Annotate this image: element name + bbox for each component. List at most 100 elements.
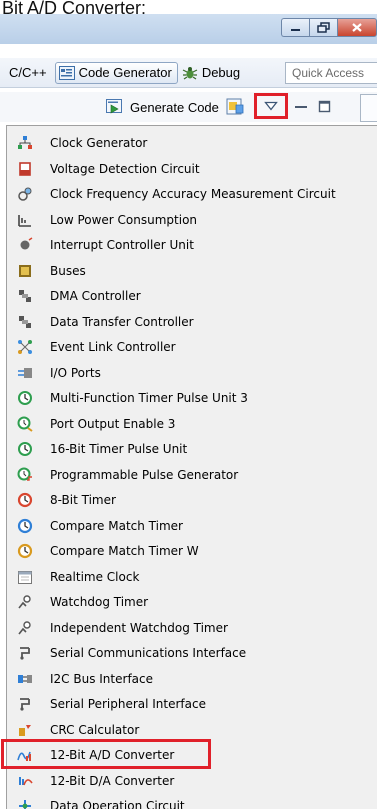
menu-item-label: Data Transfer Controller (50, 314, 194, 329)
menu-item-label: Buses (50, 263, 86, 278)
tpu-timer-icon (18, 442, 32, 456)
event-link-controller-icon (18, 340, 32, 354)
chevron-down-icon (264, 101, 278, 111)
minimize-view-icon[interactable] (294, 101, 308, 113)
generate-code-icon (106, 98, 122, 114)
clock-frequency-icon (18, 187, 32, 201)
menu-item-label: Programmable Pulse Generator (50, 467, 239, 482)
menu-item-data-transfer-controller[interactable]: Data Transfer Controller (7, 310, 377, 335)
menu-item-8bit-timer[interactable]: 8-Bit Timer (7, 488, 377, 513)
independent-watchdog-icon (18, 620, 31, 634)
generate-code-label: Generate Code (130, 99, 219, 115)
maximize-button[interactable] (309, 18, 337, 37)
io-ports-icon (18, 367, 32, 378)
menu-item-label: 8-Bit Timer (50, 493, 116, 507)
perspective-code-generator[interactable]: Code Generator (54, 61, 178, 84)
data-transfer-controller-icon (19, 315, 31, 328)
crc-calculator-icon (19, 724, 31, 736)
menu-item-watchdog-timer[interactable]: Watchdog Timer (7, 590, 377, 615)
menu-item-label: Interrupt Controller Unit (50, 238, 194, 252)
close-button[interactable] (337, 18, 377, 37)
perspective-debug[interactable]: Debug (178, 62, 244, 84)
menu-item-label: Independent Watchdog Timer (50, 620, 228, 635)
menu-item-io-ports[interactable]: I/O Ports (7, 361, 377, 386)
menu-item-label: Clock Frequency Accuracy Measurement Cir… (50, 187, 336, 201)
menu-item-label: Data Operation Circuit (50, 799, 185, 809)
voltage-detection-icon (19, 161, 31, 176)
menu-item-label: Port Output Enable 3 (50, 416, 176, 431)
menu-item-pulse-generator[interactable]: Programmable Pulse Generator (7, 463, 377, 488)
generate-code-button[interactable]: Generate Code (106, 97, 219, 117)
menu-item-i2c-bus[interactable]: I2C Bus Interface (7, 667, 377, 692)
minimize-button[interactable] (281, 18, 309, 37)
maximize-view-icon[interactable] (318, 100, 332, 113)
menu-item-mtu3-timer[interactable]: Multi-Function Timer Pulse Unit 3 (7, 386, 377, 411)
compare-match-timer-w-icon (17, 543, 33, 559)
menu-item-label: 12-Bit D/A Converter (50, 773, 175, 788)
clock-generator-icon (18, 136, 32, 149)
mtu3-timer-icon (18, 391, 32, 405)
pulse-generator-icon (17, 467, 32, 481)
buses-icon (19, 264, 31, 277)
menu-item-label: Clock Generator (50, 136, 148, 150)
perspective-code-generator-label: Code Generator (78, 65, 172, 80)
port-output-enable-icon (17, 416, 33, 432)
export-report-icon[interactable] (226, 98, 246, 116)
perspective-cc[interactable]: C/C++ (0, 62, 51, 84)
menu-item-label: Watchdog Timer (50, 595, 149, 609)
menu-item-label: Voltage Detection Circuit (50, 161, 200, 176)
menu-item-clock-frequency[interactable]: Clock Frequency Accuracy Measurement Cir… (7, 182, 377, 207)
menu-item-label: CRC Calculator (50, 722, 140, 737)
menu-item-label: Multi-Function Timer Pulse Unit 3 (50, 391, 248, 405)
quick-access-field[interactable]: Quick Access (285, 62, 377, 84)
realtime-clock-icon (18, 570, 32, 584)
menu-item-label: Compare Match Timer W (50, 544, 199, 558)
menu-item-compare-match-timer-w[interactable]: Compare Match Timer W (7, 539, 377, 564)
restore-icon (317, 22, 330, 33)
minimize-icon (290, 28, 300, 31)
menu-item-event-link-controller[interactable]: Event Link Controller (7, 335, 377, 360)
menu-item-da-converter[interactable]: 12-Bit D/A Converter (7, 769, 377, 794)
menu-item-voltage-detection[interactable]: Voltage Detection Circuit (7, 157, 377, 182)
menu-item-compare-match-timer[interactable]: Compare Match Timer (7, 514, 377, 539)
serial-comm-icon (20, 647, 30, 660)
i2c-bus-icon (18, 674, 32, 683)
menu-item-label: Serial Communications Interface (50, 646, 247, 660)
menu-item-label: I2C Bus Interface (50, 671, 153, 686)
window-title-bar (0, 14, 377, 44)
adjacent-view-tab[interactable] (360, 94, 377, 122)
menu-item-buses[interactable]: Buses (7, 259, 377, 284)
menu-item-dma-controller[interactable]: DMA Controller (7, 284, 377, 309)
menu-item-label: Compare Match Timer (50, 518, 183, 533)
dma-controller-icon (19, 290, 31, 302)
menu-item-label: Realtime Clock (50, 569, 140, 584)
menu-item-label: Serial Peripheral Interface (50, 697, 206, 711)
menu-item-independent-watchdog[interactable]: Independent Watchdog Timer (7, 616, 377, 641)
menu-item-label: Event Link Controller (50, 340, 176, 354)
menu-item-label: DMA Controller (50, 289, 141, 303)
menu-item-spi[interactable]: Serial Peripheral Interface (7, 692, 377, 717)
da-converter-icon (19, 776, 33, 785)
debug-bug-icon (182, 66, 198, 79)
menu-item-label: I/O Ports (50, 365, 101, 380)
close-icon (352, 23, 362, 32)
8bit-timer-icon (17, 492, 33, 508)
menu-item-tpu-timer[interactable]: 16-Bit Timer Pulse Unit (7, 437, 377, 462)
highlight-box (1, 739, 211, 769)
menu-item-clock-generator[interactable]: Clock Generator (7, 131, 377, 156)
code-generator-perspective-icon (58, 65, 75, 80)
perspective-bar: C/C++ Code Generator Debug Quick Access (0, 58, 377, 88)
watchdog-timer-icon (18, 595, 31, 609)
view-menu-button[interactable] (254, 93, 288, 119)
menu-item-realtime-clock[interactable]: Realtime Clock (7, 565, 377, 590)
perspective-debug-label: Debug (201, 65, 241, 80)
menu-item-data-operation[interactable]: Data Operation Circuit (7, 794, 377, 809)
menu-item-low-power[interactable]: Low Power Consumption (7, 208, 377, 233)
menu-item-label: Low Power Consumption (50, 212, 198, 227)
menu-item-serial-comm[interactable]: Serial Communications Interface (7, 641, 377, 666)
menu-item-interrupt-controller[interactable]: Interrupt Controller Unit (7, 233, 377, 258)
peripheral-dropdown-menu: Clock Generator Voltage Detection Circuit… (1, 125, 377, 809)
low-power-icon (18, 214, 31, 227)
menu-item-port-output-enable[interactable]: Port Output Enable 3 (7, 412, 377, 437)
compare-match-timer-icon (17, 518, 33, 533)
